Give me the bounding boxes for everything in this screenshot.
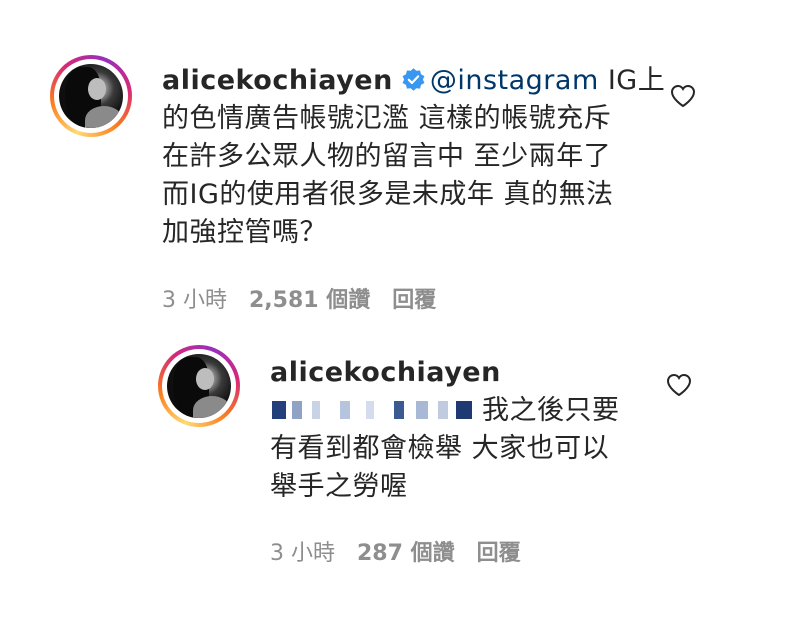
mention-link[interactable]: @instagram bbox=[430, 65, 599, 96]
likes-count[interactable]: 2,581 個讚 bbox=[249, 288, 370, 313]
comment-text: 加強控管嗎？ bbox=[162, 217, 327, 248]
comment-text: 有看到都會檢舉 大家也可以 bbox=[270, 433, 610, 464]
comment-text: 的色情廣告帳號氾濫 這樣的帳號充斥 bbox=[162, 103, 612, 134]
comment-text: 而IG的使用者很多是未成年 真的無法 bbox=[162, 179, 614, 210]
censored-mention bbox=[270, 397, 482, 423]
likes-count[interactable]: 287 個讚 bbox=[357, 541, 455, 566]
comment-meta: 3 小時 2,581 個讚 回覆 bbox=[162, 282, 458, 314]
reply-button[interactable]: 回覆 bbox=[392, 288, 436, 313]
heart-icon[interactable] bbox=[666, 373, 692, 397]
verified-badge-icon bbox=[402, 68, 425, 91]
avatar[interactable] bbox=[158, 345, 240, 427]
comment-meta: 3 小時 287 個讚 回覆 bbox=[270, 535, 543, 567]
reply-button[interactable]: 回覆 bbox=[477, 541, 521, 566]
timestamp: 3 小時 bbox=[162, 288, 227, 313]
username[interactable]: alicekochiayen bbox=[270, 354, 650, 392]
comment-body: alicekochiayen 我之後只要 有看到都會檢舉 大家也可以 舉手之勞喔 bbox=[270, 354, 650, 506]
comment-text: 我之後只要 bbox=[482, 395, 620, 426]
avatar[interactable] bbox=[50, 55, 132, 137]
comment-text: 在許多公眾人物的留言中 至少兩年了 bbox=[162, 141, 612, 172]
comment-text: IG上 bbox=[598, 65, 666, 96]
username[interactable]: alicekochiayen bbox=[162, 65, 393, 96]
heart-icon[interactable] bbox=[670, 84, 696, 108]
timestamp: 3 小時 bbox=[270, 541, 335, 566]
comment-body: alicekochiayen @instagram IG上 的色情廣告帳號氾濫 這… bbox=[162, 62, 665, 252]
comment-text: 舉手之勞喔 bbox=[270, 471, 408, 502]
